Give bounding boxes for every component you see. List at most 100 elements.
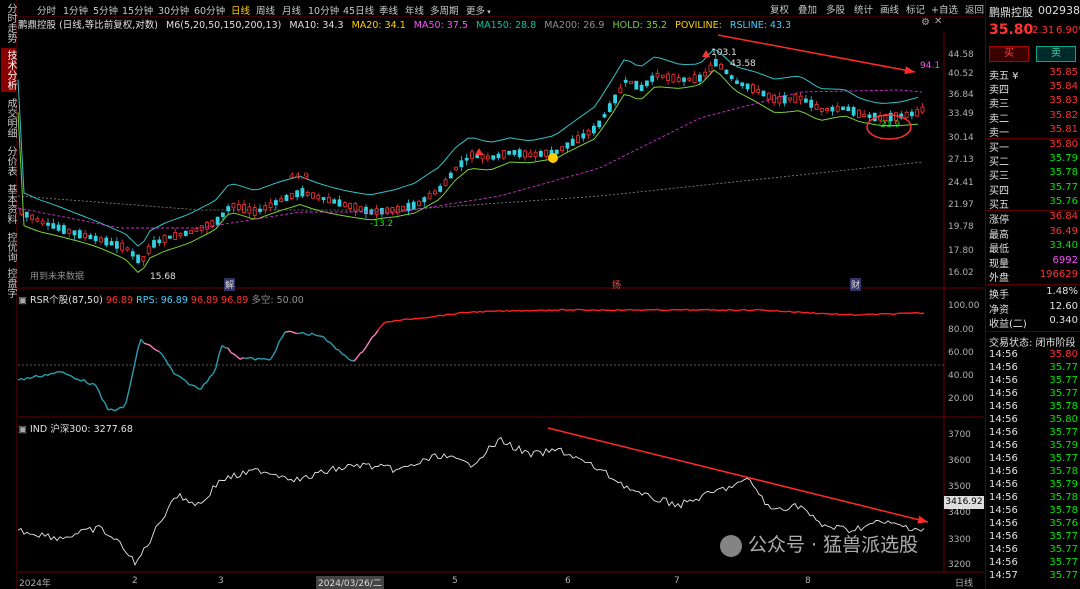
candle-body [242, 204, 247, 213]
period-daily[interactable]: 日线 [231, 3, 250, 17]
rsr-segment [65, 373, 70, 376]
watermark: 公众号 · 猛兽派选股 [720, 530, 918, 557]
period-1min[interactable]: 1分钟 [63, 3, 88, 17]
peak-marker-icon [702, 50, 710, 57]
period-10min[interactable]: 10分钟 [308, 3, 339, 17]
period-30min[interactable]: 30分钟 [158, 3, 189, 17]
candle-body [284, 195, 289, 201]
multi-stock-button[interactable]: 多股 [826, 2, 845, 16]
candle-body [46, 222, 50, 226]
period-45day[interactable]: 45日线 [343, 3, 374, 17]
x-axis-period[interactable]: 日线 [955, 576, 973, 589]
tick-row-label: 14:56 [989, 453, 1018, 464]
tab-price-table[interactable]: 分价表 [1, 144, 16, 178]
rsr-settings-icon[interactable]: ▣ [18, 295, 30, 306]
draw-line-button[interactable]: 画线 [880, 2, 899, 16]
stat2-row-label: 换手 [989, 290, 1009, 301]
period-weekly[interactable]: 周线 [256, 3, 275, 17]
ind-settings-icon[interactable]: ▣ [18, 424, 30, 435]
x-axis-label: 8 [805, 576, 811, 586]
rsr-segment [152, 347, 157, 351]
tab-technical-analysis[interactable]: 技术分析 [1, 48, 16, 92]
stat2-row: 换手 1.48% [986, 286, 1080, 301]
stock-header: 鹏鼎控股 002938 [986, 4, 1080, 19]
add-watchlist-button[interactable]: +自选 [931, 2, 958, 16]
rsr-name: RSR个股(87,50) [30, 295, 103, 306]
overlay-button[interactable]: 叠加 [798, 2, 817, 16]
adjust-button[interactable]: 复权 [770, 2, 789, 16]
candle-body [830, 106, 835, 112]
app-window: 分时走势 技术分析 成交明细 分价表 基本资料 控优询 控盘字 分时 1分钟 5… [0, 0, 1080, 589]
candle-body [311, 192, 315, 199]
rsr-segment [794, 310, 799, 313]
period-60min[interactable]: 60分钟 [194, 3, 225, 17]
rsr-segment [362, 346, 367, 352]
tick-row: 14:56 35.77 [986, 427, 1080, 441]
candle-body [666, 73, 670, 81]
rsr-segment [371, 334, 376, 338]
stat2-row-value: 1.48% [1046, 286, 1078, 297]
rsr-segment [470, 310, 475, 313]
candle-body [814, 103, 819, 111]
price-axis-label: 19.78 [948, 222, 974, 232]
tick-row-label: 14:56 [989, 349, 1018, 360]
rsr-segment [740, 308, 745, 311]
event-marker-finance[interactable]: 财 [850, 278, 862, 291]
candle-body [507, 150, 512, 155]
mark-button[interactable]: 标记 [906, 2, 925, 16]
tick-row-value: 35.78 [1049, 505, 1078, 516]
x-axis-label: 7 [674, 576, 680, 586]
candle-body [35, 218, 40, 222]
rsr-segment [110, 408, 115, 412]
tick-row-label: 14:56 [989, 557, 1018, 568]
rsr-segment [368, 336, 373, 343]
sell-button[interactable]: 卖 [1036, 46, 1076, 62]
bid-row-label: 买三 [989, 171, 1009, 183]
tab-control[interactable]: 控盘字 [1, 266, 16, 300]
candle-body [798, 95, 803, 101]
rsr-axis-label: 40.00 [948, 371, 974, 381]
period-15min[interactable]: 15分钟 [122, 3, 153, 17]
period-more[interactable]: 更多 ▾ [466, 3, 491, 17]
rsr-segment [203, 381, 208, 385]
rsr-segment [191, 384, 196, 387]
close-icon[interactable]: ✕ [934, 16, 942, 27]
ask-row-label: 卖五 ¥ [989, 71, 1019, 82]
period-monthly[interactable]: 月线 [282, 3, 301, 17]
period-quarterly[interactable]: 季线 [379, 3, 398, 17]
event-marker-unlock[interactable]: 解 [224, 278, 236, 291]
period-yearly[interactable]: 年线 [405, 3, 424, 17]
gear-icon[interactable]: ⚙ [921, 17, 930, 28]
ind-legend: ▣ IND 沪深300: 3277.68 [18, 421, 133, 435]
buy-button[interactable]: 买 [989, 46, 1029, 62]
rsr-long-short: 多空: 50.00 [251, 295, 304, 306]
ind-axis-label: 3200 [948, 560, 971, 570]
tab-fundamentals[interactable]: 基本资料 [1, 182, 16, 226]
rsr-segment [143, 342, 148, 345]
rsr-segment [515, 309, 520, 312]
price-line: 35.80 2.31 6.90% [986, 22, 1080, 38]
event-marker-rise[interactable]: 扬 [612, 278, 621, 291]
ind-current-marker: 3416.92 [944, 496, 984, 509]
stock-code: 002938 [1038, 4, 1080, 17]
tab-trade-detail[interactable]: 成交明细 [1, 96, 16, 140]
period-5min[interactable]: 5分钟 [93, 3, 118, 17]
rsr-segment [200, 383, 205, 390]
back-button[interactable]: 返回 [965, 2, 984, 16]
period-fenshi[interactable]: 分时 [37, 3, 56, 17]
stats-button[interactable]: 统计 [854, 2, 873, 16]
tick-row-value: 35.77 [1049, 453, 1078, 464]
x-axis-label: 2 [132, 576, 138, 586]
main-legend: 鹏鼎控股 (日线,等比前复权,对数) M6(5,20,50,150,200,13… [18, 17, 948, 31]
period-multi[interactable]: 多周期 [430, 3, 459, 17]
rsr-segment [122, 402, 127, 409]
candle-body [51, 223, 56, 229]
rsr-segment [452, 313, 457, 316]
tick-row-label: 14:56 [989, 531, 1018, 542]
tab-query[interactable]: 控优询 [1, 230, 16, 264]
rsr-segment [566, 309, 571, 312]
legend-ma10: MA10: 34.3 [289, 20, 344, 31]
tick-row-value: 35.80 [1049, 349, 1078, 360]
tab-time-share[interactable]: 分时走势 [1, 2, 16, 44]
candle-body [178, 233, 183, 237]
